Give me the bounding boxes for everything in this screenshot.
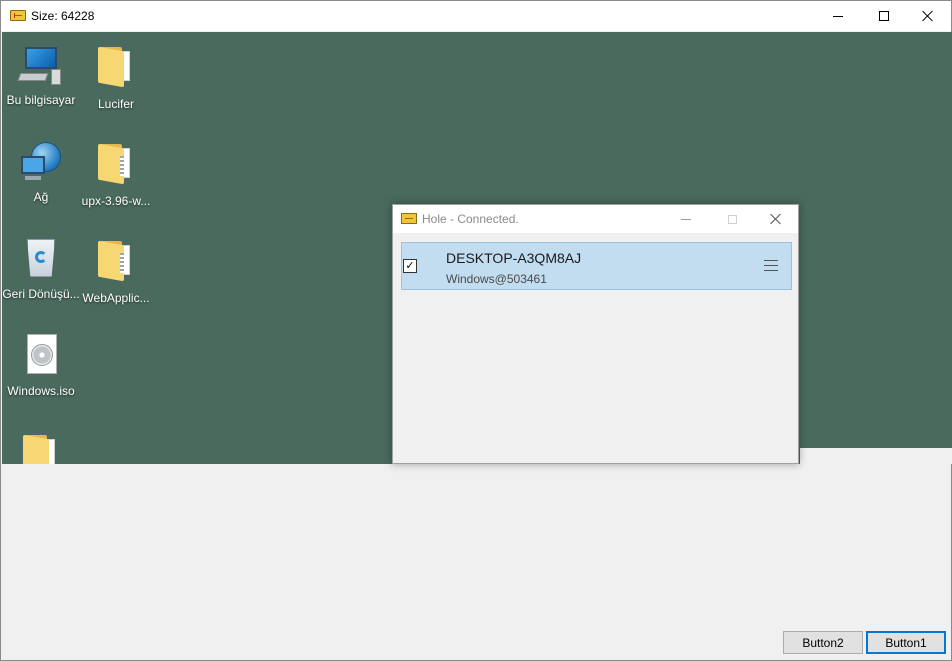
device-subtitle: Windows@503461 <box>446 272 547 286</box>
computer-icon <box>17 41 65 89</box>
desktop-icon-network[interactable]: Ağ <box>2 138 80 204</box>
close-icon <box>922 10 934 22</box>
desktop-icon-lucifer[interactable]: Lucifer <box>77 41 155 111</box>
desktop-icon-label: Ağ <box>33 190 49 204</box>
folder-icon <box>17 433 65 464</box>
desktop-icon-label: upx-3.96-w... <box>81 194 151 208</box>
main-window: Size: 64228 Bu bilgisayar Lucifer Ağ upx… <box>0 0 952 661</box>
app-icon <box>10 10 26 21</box>
folder-icon <box>92 45 140 93</box>
device-name: DESKTOP-A3QM8AJ <box>446 250 582 266</box>
desktop-icon-recycle-bin[interactable]: Geri Dönüşü... <box>2 235 80 301</box>
window-title: Size: 64228 <box>31 9 95 23</box>
desktop-icon-this-pc[interactable]: Bu bilgisayar <box>2 41 80 107</box>
button2[interactable]: Button2 <box>783 631 863 654</box>
desktop-icon-partial-folder[interactable] <box>2 429 80 464</box>
network-icon <box>17 138 65 186</box>
desktop-icon-label: Bu bilgisayar <box>6 93 76 107</box>
desktop-icon-webapplic[interactable]: WebApplic... <box>77 235 155 305</box>
maximize-button[interactable] <box>861 1 907 31</box>
close-button[interactable] <box>905 1 951 31</box>
folder-zip-icon <box>92 142 140 190</box>
close-icon <box>770 213 782 225</box>
device-list-item[interactable]: ✓ DESKTOP-A3QM8AJ Windows@503461 <box>401 242 792 290</box>
hole-app-icon <box>401 213 417 224</box>
view-blank-area <box>800 448 952 464</box>
desktop-icon-label: Geri Dönüşü... <box>2 287 80 301</box>
title-bar[interactable]: Size: 64228 <box>1 1 951 31</box>
hole-close-button[interactable] <box>753 205 799 233</box>
hole-window: Hole - Connected. ✓ DESKTOP-A3QM8AJ Wind… <box>392 204 799 464</box>
hole-title-bar[interactable]: Hole - Connected. <box>393 205 798 233</box>
maximize-icon <box>727 214 737 224</box>
recycle-bin-icon <box>17 235 65 283</box>
minimize-button[interactable] <box>815 1 861 31</box>
folder-zip-icon <box>92 239 140 287</box>
desktop-icon-upx[interactable]: upx-3.96-w... <box>77 138 155 208</box>
desktop-icon-label: Windows.iso <box>7 384 75 398</box>
hole-maximize-button[interactable] <box>709 205 755 233</box>
device-checkbox[interactable]: ✓ <box>403 259 417 273</box>
desktop-icon-label: WebApplic... <box>82 291 150 305</box>
hole-window-title: Hole - Connected. <box>422 212 519 226</box>
hamburger-menu-icon[interactable] <box>764 260 778 271</box>
desktop-icon-label: Lucifer <box>97 97 135 111</box>
button1[interactable]: Button1 <box>866 631 946 654</box>
iso-file-icon <box>17 332 65 380</box>
desktop-icon-windows-iso[interactable]: Windows.iso <box>2 332 80 398</box>
hole-minimize-button[interactable] <box>663 205 709 233</box>
minimize-icon <box>681 218 691 220</box>
checkmark-icon: ✓ <box>405 260 415 272</box>
minimize-icon <box>833 15 843 17</box>
maximize-icon <box>879 11 889 21</box>
